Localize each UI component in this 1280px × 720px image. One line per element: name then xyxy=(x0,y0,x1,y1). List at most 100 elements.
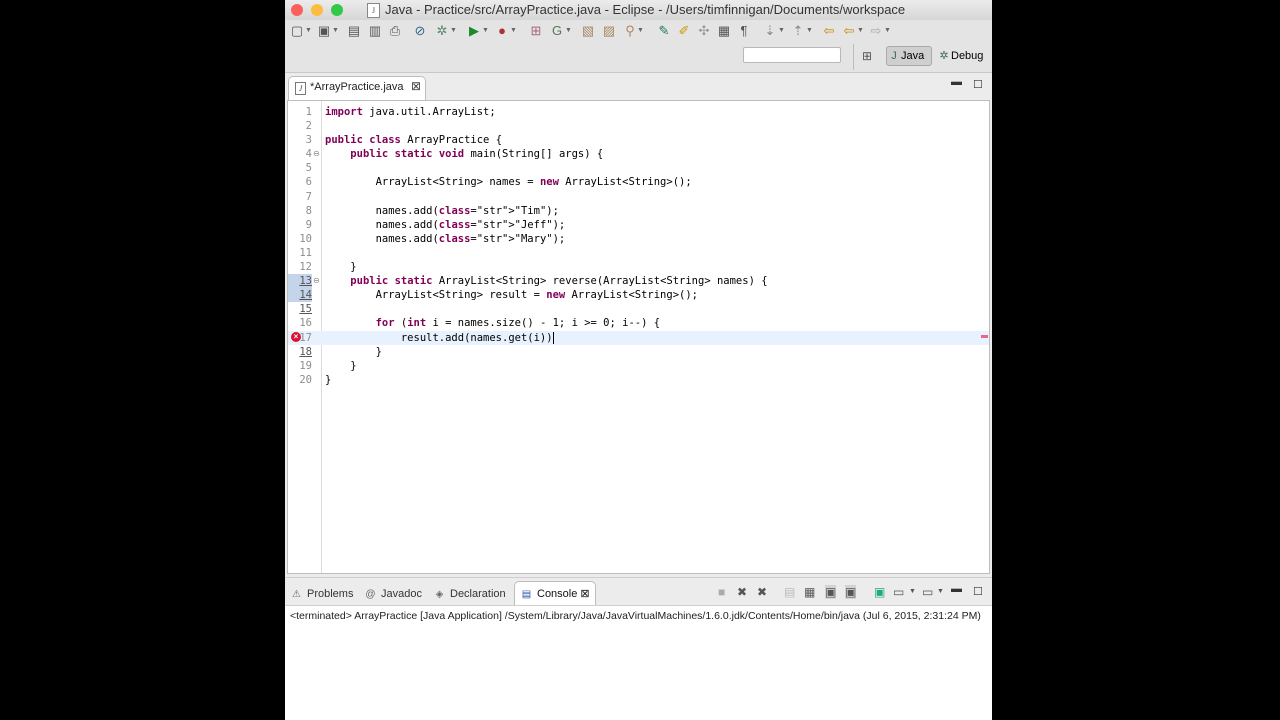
save-all-icon[interactable]: ▥ xyxy=(368,23,382,39)
code-line[interactable]: 11 xyxy=(288,246,989,260)
show-on-stderr-icon[interactable]: ▣ xyxy=(845,585,857,599)
chevron-down-icon[interactable]: ▼ xyxy=(637,23,644,39)
new-icon[interactable]: ▢ xyxy=(290,23,304,39)
code-line[interactable]: 17 result.add(names.get(i)) × xyxy=(288,330,989,345)
last-edit-icon[interactable]: ⇦ xyxy=(822,23,836,39)
chevron-down-icon[interactable]: ▼ xyxy=(305,23,312,39)
fold-icon[interactable]: ⊖ xyxy=(313,150,320,158)
highlight-icon[interactable]: ✐ xyxy=(677,23,691,39)
chevron-down-icon[interactable]: ▼ xyxy=(778,23,785,39)
chevron-down-icon[interactable]: ▼ xyxy=(806,23,813,39)
debug-icon[interactable]: ✲ xyxy=(435,23,449,39)
prev-annotation-icon[interactable]: ⇡ xyxy=(791,23,805,39)
block-selection-icon[interactable]: ✣ xyxy=(697,23,711,39)
code-line[interactable]: 16 for (int i = names.size() - 1; i >= 0… xyxy=(288,316,989,330)
java-perspective-button[interactable]: J Java xyxy=(886,46,932,66)
display-console-icon[interactable]: ▭ xyxy=(893,585,904,599)
chevron-down-icon[interactable]: ▼ xyxy=(482,23,489,39)
print-icon[interactable]: ⎙ xyxy=(388,23,402,39)
chevron-down-icon[interactable]: ▼ xyxy=(909,585,916,599)
code-text: ArrayList<String> names = new ArrayList<… xyxy=(325,176,692,189)
new-class-icon[interactable]: ▧ xyxy=(581,23,595,39)
run-icon[interactable]: ▶ xyxy=(467,23,481,39)
code-text: import java.util.ArrayList; xyxy=(325,106,496,118)
search-icon[interactable]: ⚲ xyxy=(623,23,637,39)
scroll-lock-icon[interactable]: ▦ xyxy=(804,585,815,599)
new-package-icon[interactable]: G xyxy=(550,23,564,39)
close-icon[interactable]: ⊠ xyxy=(411,79,421,93)
code-editor[interactable]: 1 import java.util.ArrayList; 2 3 public cla… xyxy=(287,100,990,574)
code-line[interactable]: 18 } xyxy=(288,345,989,359)
code-line[interactable]: 20} xyxy=(288,373,989,387)
remove-all-launches-icon[interactable]: ✖ xyxy=(757,585,767,599)
pilcrow-icon[interactable]: ¶ xyxy=(737,23,751,39)
error-overview-marker[interactable] xyxy=(981,335,988,338)
code-line[interactable]: 5 xyxy=(288,161,989,175)
code-line[interactable]: 14 ArrayList<String> result = new ArrayL… xyxy=(288,288,989,303)
console-view[interactable]: <terminated> ArrayPractice [Java Applica… xyxy=(285,605,992,720)
terminate-icon[interactable]: ■ xyxy=(718,585,725,599)
pin-console-icon[interactable]: ▣ xyxy=(874,585,885,599)
show-on-stdout-icon[interactable]: ▣ xyxy=(825,585,837,599)
run-external-icon[interactable]: ● xyxy=(495,23,509,39)
code-line[interactable]: 9 names.add(class="str">"Jeff"); xyxy=(288,218,989,232)
debug-perspective-button[interactable]: ✲ Debug xyxy=(937,46,991,66)
chevron-down-icon[interactable]: ▼ xyxy=(450,23,457,39)
code-line[interactable]: 10 names.add(class="str">"Mary"); xyxy=(288,232,989,246)
next-annotation-icon[interactable]: ⇣ xyxy=(763,23,777,39)
maximize-icon[interactable]: ☐ xyxy=(973,585,983,598)
forward-icon[interactable]: ⇨ xyxy=(869,23,883,39)
minimize-window-button[interactable] xyxy=(311,4,323,16)
code-line[interactable]: 7 xyxy=(288,190,989,204)
code-lines: 1 import java.util.ArrayList; 2 3 public cla… xyxy=(288,105,989,387)
chevron-down-icon[interactable]: ▼ xyxy=(857,23,864,39)
tab-declaration[interactable]: ◈ Declaration xyxy=(433,584,506,604)
tab-javadoc[interactable]: @ Javadoc xyxy=(364,584,422,604)
code-line[interactable]: 4 public static void main(String[] args)… xyxy=(288,147,989,161)
open-type-icon[interactable]: ▨ xyxy=(602,23,616,39)
code-line[interactable]: 13 public static ArrayList<String> rever… xyxy=(288,274,989,289)
zoom-window-button[interactable] xyxy=(331,4,343,16)
java-perspective-icon: J xyxy=(891,50,897,62)
code-line[interactable]: 15 xyxy=(288,302,989,316)
line-number: 19 xyxy=(299,359,312,372)
quick-access-input[interactable] xyxy=(743,47,841,63)
open-icon[interactable]: ▣ xyxy=(317,23,331,39)
tab-arraypractice-java[interactable]: J *ArrayPractice.java ⊠ xyxy=(288,76,426,100)
back-icon[interactable]: ⇦ xyxy=(842,23,856,39)
chevron-down-icon[interactable]: ▼ xyxy=(332,23,339,39)
code-line[interactable]: 2 xyxy=(288,119,989,133)
open-perspective-icon[interactable]: ⊞ xyxy=(862,49,876,63)
chevron-down-icon[interactable]: ▼ xyxy=(937,585,944,599)
skip-breakpoints-icon[interactable]: ⊘ xyxy=(413,23,427,39)
close-window-button[interactable] xyxy=(291,4,303,16)
tab-problems[interactable]: ⚠ Problems xyxy=(290,584,353,604)
clear-console-icon[interactable]: ▤ xyxy=(784,585,795,599)
code-line[interactable]: 3 public class ArrayPractice { xyxy=(288,133,989,147)
at-sign-icon: @ xyxy=(365,589,376,600)
minimize-icon[interactable]: ▬ xyxy=(951,76,962,88)
code-line[interactable]: 1 import java.util.ArrayList; xyxy=(288,105,989,119)
error-icon[interactable]: × xyxy=(291,331,301,342)
code-line[interactable]: 6 ArrayList<String> names = new ArrayLis… xyxy=(288,175,989,189)
code-line[interactable]: 12 } xyxy=(288,260,989,274)
code-text: } xyxy=(325,261,357,274)
chevron-down-icon[interactable]: ▼ xyxy=(884,23,891,39)
code-text: public static ArrayList<String> reverse(… xyxy=(350,275,768,288)
code-line[interactable]: 8 names.add(class="str">"Tim"); xyxy=(288,204,989,218)
toggle-mark-occurrences-icon[interactable]: ✎ xyxy=(657,23,671,39)
line-number: 4 xyxy=(305,148,312,161)
minimize-icon[interactable]: ▬ xyxy=(951,583,962,595)
remove-launch-icon[interactable]: ✖ xyxy=(737,585,747,599)
open-console-icon[interactable]: ▭ xyxy=(922,585,933,599)
chevron-down-icon[interactable]: ▼ xyxy=(510,23,517,39)
close-icon[interactable]: ⊠ xyxy=(580,588,589,600)
chevron-down-icon[interactable]: ▼ xyxy=(565,23,572,39)
fold-icon[interactable]: ⊖ xyxy=(313,277,320,285)
show-whitespace-icon[interactable]: ▦ xyxy=(717,23,731,39)
tab-console[interactable]: ▤ Console ⊠ xyxy=(514,581,596,605)
save-icon[interactable]: ▤ xyxy=(347,23,361,39)
new-java-project-icon[interactable]: ⊞ xyxy=(529,23,543,39)
maximize-icon[interactable]: ☐ xyxy=(973,78,983,91)
code-line[interactable]: 19 } xyxy=(288,359,989,373)
